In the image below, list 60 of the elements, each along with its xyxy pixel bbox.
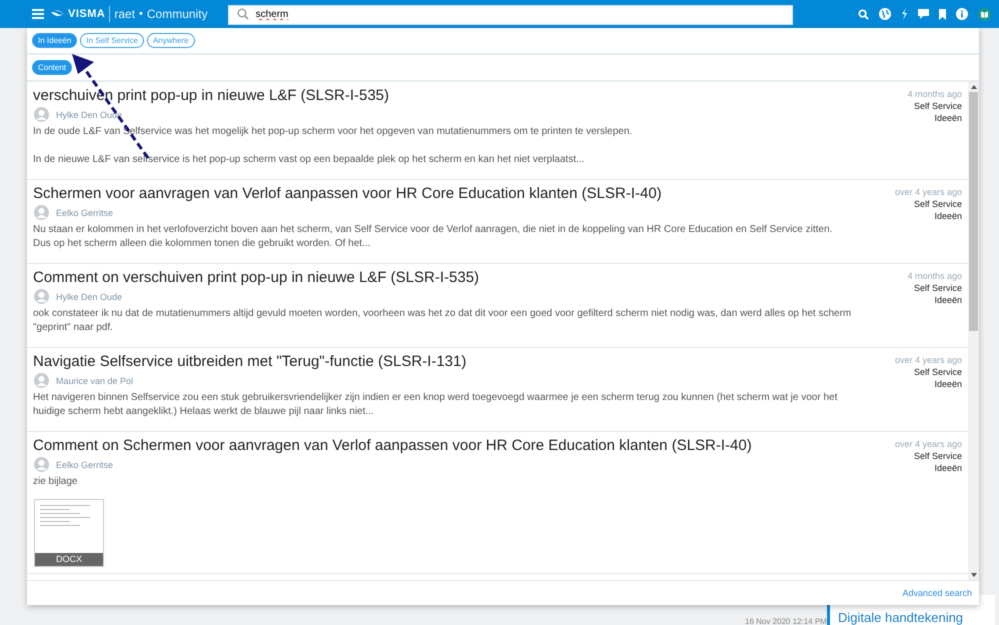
result-place: Self Service (914, 282, 962, 294)
result-category: Ideeën (934, 462, 962, 474)
avatar-icon (34, 107, 49, 122)
separator-dot: • (139, 8, 143, 20)
result-place: Self Service (914, 450, 962, 462)
result-place: Self Service (914, 198, 962, 210)
result-place: Self Service (914, 366, 962, 378)
book-icon[interactable] (978, 8, 991, 20)
result-excerpt: In de oude L&F van Selfservice was het mogelijk het pop-up scherm voor het opgeven van mutatienummers om te printen te verslepen. (33, 125, 634, 139)
result-excerpt: zie bijlage (33, 475, 78, 489)
result-time: 4 months ago (907, 88, 962, 100)
result-excerpt: ook constateer ik nu dat de mutatienummers altijd gevuld moeten worden, voorheen was het zo dat dit voor een goed voor gefilterd scherm niet nodig was, dan werd alles op het scherm "geprint" naar pdf. (33, 307, 852, 335)
bookmark-icon[interactable] (938, 8, 946, 20)
content-chip[interactable]: Content (32, 60, 72, 75)
post-date: 16 Nov 2020 12:14 PM (745, 617, 827, 625)
logo-text: VISMA (68, 8, 106, 20)
menu-icon[interactable] (32, 9, 44, 19)
search-icon[interactable] (858, 8, 869, 20)
globe-icon[interactable] (878, 8, 891, 20)
info-icon[interactable] (956, 8, 968, 20)
result-title[interactable]: Comment on verschuiven print pop-up in nieuwe L&F (SLSR-I-535) (33, 268, 852, 287)
filter-chip[interactable]: Anywhere (146, 33, 195, 48)
community-title: Community (146, 7, 208, 21)
advanced-search-link[interactable]: Advanced search (902, 588, 972, 598)
result-excerpt: Het navigeren binnen Selfservice zou een stuk gebruikersvriendelijker zijn indien er een knop werd toegevoegd waarmee je een scherm terug zou kunnen (het scherm wat je voor het huidige scherm hebt aangeklikt.) Helaas werkt de blauwe pijl naar links niet... (33, 391, 838, 419)
lightning-icon[interactable] (900, 8, 908, 20)
file-type-label: DOCX (35, 553, 103, 566)
search-field[interactable]: scherm (228, 4, 793, 24)
result-time: over 4 years ago (894, 354, 962, 366)
result-title[interactable]: verschuiven print pop-up in nieuwe L&F (SLSR-I-535) (33, 86, 852, 105)
filter-chip[interactable]: In Ideeën (32, 33, 78, 48)
result-category: Ideeën (934, 210, 962, 222)
result-time: over 4 years ago (894, 438, 962, 450)
result-time: over 4 years ago (894, 186, 962, 198)
author-name[interactable]: Maurice van de Pol (56, 376, 134, 386)
result-title[interactable]: Navigatie Selfservice uitbreiden met "Terug"-functie (SLSR-I-131) (33, 352, 852, 371)
avatar-icon (34, 289, 49, 304)
result-time: 4 months ago (907, 270, 962, 282)
avatar-icon (34, 373, 49, 388)
avatar-icon (34, 457, 49, 472)
chat-icon[interactable] (918, 9, 929, 19)
brand-name: raet (114, 7, 136, 21)
logo-icon (51, 10, 65, 18)
avatar-icon (34, 205, 49, 220)
author-name[interactable]: Hylke Den Oude (56, 292, 122, 302)
author-name[interactable]: Eelko Gerritse (56, 208, 114, 218)
result-title[interactable]: Comment on Schermen voor aanvragen van Verlof aanpassen voor HR Core Education klanten (SLSR-I-40) (33, 436, 852, 455)
result-excerpt: In de nieuwe L&F van selfservice is het pop-up scherm vast op een bepaalde plek op het scherm en kan het niet verplaatst... (33, 153, 586, 167)
result-category: Ideeën (934, 112, 962, 124)
result-category: Ideeën (934, 294, 962, 306)
result-excerpt: Nu staan er kolommen in het verlofoverzicht boven aan het scherm, van Self Service voor de Verlof aanragen, die niet in de koppeling van HR Core Education en Self Service zitten. Dus op het scherm alleen die kolommen tonen die gebruikt worden. Of het... (33, 223, 834, 251)
result-place: Self Service (914, 100, 962, 112)
attachment-thumbnail[interactable]: DOCX (34, 499, 104, 567)
sidebar-link[interactable]: Digitale handtekening (838, 610, 995, 625)
scrollbar[interactable] (968, 82, 979, 580)
result-category: Ideeën (934, 378, 962, 390)
result-title[interactable]: Schermen voor aanvragen van Verlof aanpassen voor HR Core Education klanten (SLSR-I-40) (33, 184, 852, 203)
search-icon (236, 8, 249, 20)
author-name[interactable]: Eelko Gerritse (56, 460, 114, 470)
filter-chip[interactable]: In Self Service (80, 33, 144, 48)
